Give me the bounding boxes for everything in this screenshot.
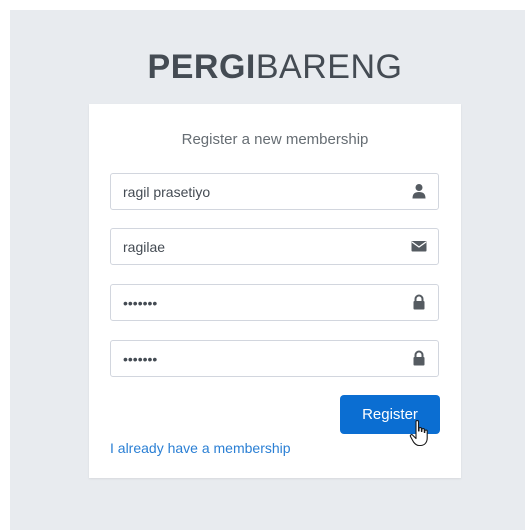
brand-light: BARENG: [255, 48, 403, 86]
password-field: [110, 284, 439, 321]
form-title: Register a new membership: [181, 131, 369, 148]
user-icon: [412, 184, 426, 199]
lock-icon: [413, 294, 425, 310]
hand-cursor-icon: [409, 419, 428, 447]
brand-logo: PERGIBARENG: [0, 48, 525, 87]
envelope-icon: [411, 241, 427, 252]
full-name-field: [110, 173, 439, 210]
lock-icon: [413, 350, 425, 366]
password-input[interactable]: [111, 285, 413, 320]
register-card: Register a new membership Register I alr…: [89, 104, 461, 478]
email-field: [110, 228, 439, 265]
membership-link[interactable]: I already have a membership: [110, 440, 291, 456]
brand-bold: PERGI: [147, 48, 256, 86]
full-name-input[interactable]: [111, 174, 413, 209]
email-input[interactable]: [111, 229, 413, 264]
retype-password-field: [110, 340, 439, 377]
retype-password-input[interactable]: [111, 341, 413, 376]
